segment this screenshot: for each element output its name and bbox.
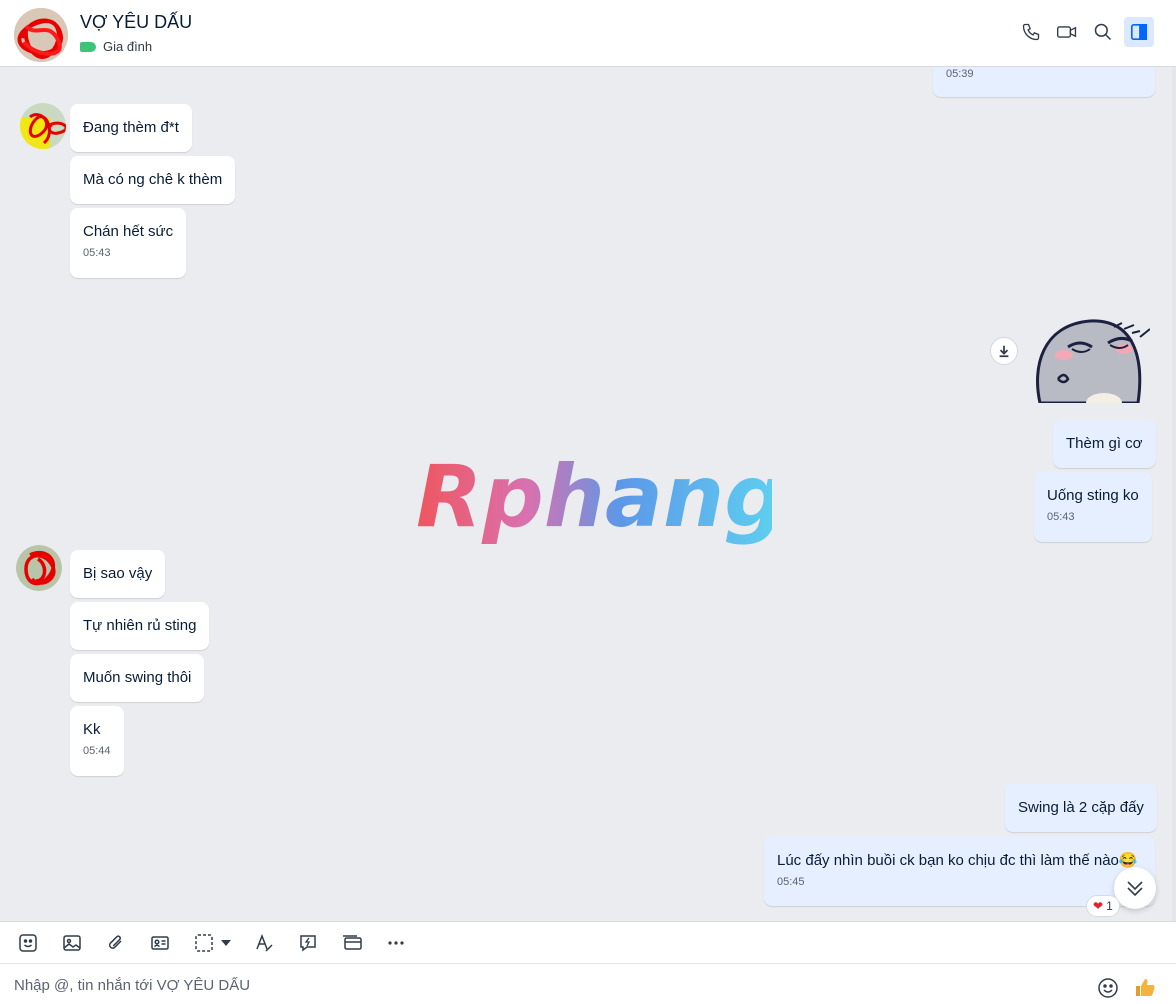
sender-avatar[interactable]: [20, 103, 66, 149]
contact-card-icon: [151, 936, 169, 950]
quick-message-icon: [300, 935, 316, 952]
message-bubble-sent[interactable]: Uống sting ko 05:43: [1034, 472, 1152, 542]
message-scrollbar[interactable]: [1172, 67, 1176, 921]
attach-icon: [108, 935, 122, 949]
conversation-title: VỢ YÊU DẤU: [80, 12, 193, 32]
download-sticker-button[interactable]: [990, 337, 1018, 365]
double-chevron-down-icon: [1127, 881, 1143, 897]
phone-icon: [1022, 23, 1040, 41]
screenshot-button[interactable]: [192, 931, 216, 955]
message-bubble-received[interactable]: Bị sao vậy: [70, 550, 166, 598]
message-bubble-sent[interactable]: 05:39: [933, 67, 1155, 97]
chat-header: VỢ YÊU DẤU Gia đình: [0, 0, 1176, 67]
attach-file-button[interactable]: [104, 931, 128, 955]
message-text: Chán hết sức: [83, 223, 174, 240]
quick-message-button[interactable]: [296, 931, 320, 955]
message-text: Swing là 2 cặp đấy: [1018, 799, 1144, 816]
message-bubble-received[interactable]: Muốn swing thôi: [70, 654, 205, 702]
scroll-to-bottom-button[interactable]: [1114, 867, 1156, 909]
screenshot-options-dropdown[interactable]: [218, 931, 234, 955]
composer-toolbar: [0, 921, 1176, 964]
message-text: Kk: [83, 721, 101, 738]
send-image-button[interactable]: [60, 931, 84, 955]
message-time: 05:45: [777, 876, 805, 888]
watermark-text: Rphang: [416, 448, 772, 547]
send-contact-card-button[interactable]: [148, 931, 172, 955]
message-text: Thèm gì cơ: [1066, 435, 1143, 452]
sticker-icon: [19, 934, 37, 952]
message-bubble-received[interactable]: Đang thèm đ*t: [70, 104, 192, 152]
reaction-badge[interactable]: ❤ 1: [1086, 895, 1120, 917]
watermark-logo: Rphang: [412, 447, 786, 558]
message-bubble-sent[interactable]: Thèm gì cơ: [1053, 420, 1156, 468]
message-bubble-received[interactable]: Kk 05:44: [70, 706, 124, 776]
more-options-button[interactable]: [384, 931, 408, 955]
screenshot-icon: [195, 934, 213, 952]
message-text: Uống sting ko: [1047, 487, 1139, 504]
message-text: Lúc đấy nhìn buồi ck bạn ko chịu đc thì …: [777, 852, 1138, 869]
sticker-image[interactable]: [1028, 317, 1151, 413]
quick-like-button[interactable]: [1132, 974, 1158, 1000]
card-icon: [343, 935, 362, 950]
download-icon: [999, 345, 1009, 358]
message-bubble-received[interactable]: Mà có ng chê k thèm: [70, 156, 236, 204]
composer-input-bar: [0, 964, 1176, 1004]
contact-label-tag[interactable]: Gia đình: [80, 39, 152, 54]
reaction-count: 1: [1106, 899, 1113, 913]
message-text: Mà có ng chê k thèm: [83, 171, 223, 188]
image-icon: [63, 935, 81, 951]
message-time: 05:43: [83, 247, 111, 259]
message-text: Tự nhiên rủ sting: [83, 617, 197, 634]
message-time: 05:44: [83, 745, 111, 757]
message-bubble-received[interactable]: Chán hết sức 05:43: [70, 208, 187, 278]
message-text: Bị sao vậy: [83, 565, 153, 582]
search-icon: [1094, 23, 1112, 41]
contact-label-text: Gia đình: [103, 39, 153, 54]
video-icon: [1057, 26, 1077, 38]
contact-avatar[interactable]: [14, 8, 68, 62]
message-bubble-sent[interactable]: Swing là 2 cặp đấy: [1005, 784, 1157, 832]
search-button[interactable]: [1088, 17, 1118, 47]
message-time: 05:43: [1047, 511, 1075, 523]
message-time: 05:39: [946, 68, 974, 80]
sidebar-toggle-icon: [1130, 23, 1148, 41]
card-button[interactable]: [340, 931, 364, 955]
voice-call-button[interactable]: [1016, 17, 1046, 47]
heart-icon: ❤: [1093, 899, 1104, 913]
format-text-icon: [256, 933, 273, 952]
message-text: Muốn swing thôi: [83, 669, 192, 686]
sender-avatar[interactable]: [16, 545, 62, 591]
video-call-button[interactable]: [1052, 17, 1082, 47]
caret-down-icon: [221, 940, 231, 946]
emoji-button[interactable]: [1096, 976, 1120, 1000]
conversation-info-toggle[interactable]: [1124, 17, 1154, 47]
sticker-button[interactable]: [16, 931, 40, 955]
label-icon: [80, 41, 96, 52]
emoji-icon: [1098, 978, 1118, 998]
thumbs-up-icon: [1136, 979, 1155, 996]
text-format-button[interactable]: [252, 931, 276, 955]
message-input[interactable]: [14, 974, 1014, 996]
message-text: Đang thèm đ*t: [83, 119, 179, 136]
more-icon: [388, 941, 404, 945]
message-bubble-received[interactable]: Tự nhiên rủ sting: [70, 602, 210, 650]
